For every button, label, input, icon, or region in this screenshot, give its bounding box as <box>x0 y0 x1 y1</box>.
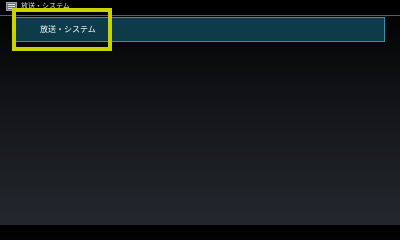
title-divider <box>0 15 400 16</box>
window-title: 放送・システム <box>21 2 70 10</box>
menu-item-broadcast-system[interactable]: 放送・システム <box>13 17 385 42</box>
menu-item-label: 放送・システム <box>40 25 96 34</box>
title-bar: 放送・システム <box>0 0 400 15</box>
settings-menu-icon <box>6 2 17 11</box>
